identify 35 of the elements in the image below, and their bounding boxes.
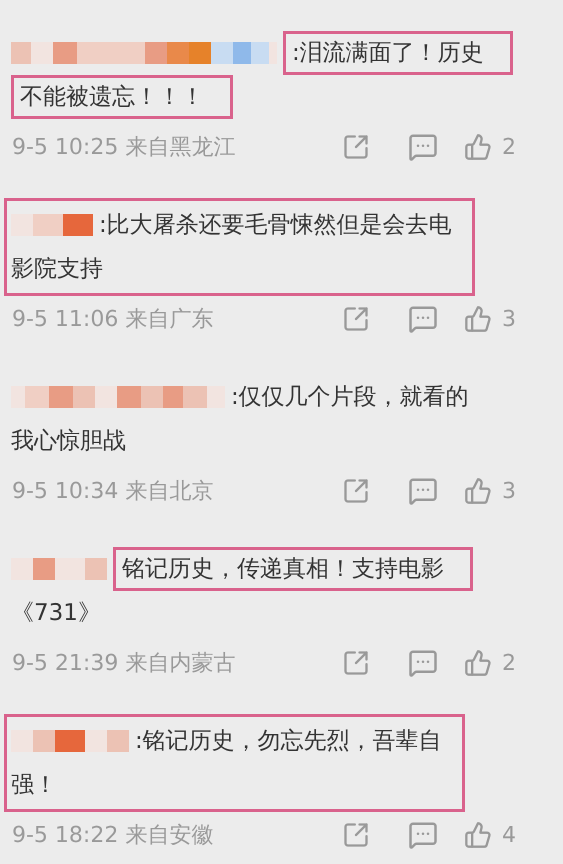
thumbs-up-icon[interactable] [464,477,492,505]
comment-icon[interactable] [408,304,438,334]
share-icon[interactable] [342,305,370,333]
comment-meta: 9-5 10:34 来自北京 [12,478,214,506]
like-count: 3 [502,306,516,332]
share-icon[interactable] [342,821,370,849]
share-icon[interactable] [342,477,370,505]
like-count: 2 [502,650,516,676]
comment-text: 《731》 [11,599,101,628]
comment-text: 影院支持 [11,255,103,284]
comment-icon[interactable] [408,476,438,506]
thumbs-up-icon[interactable] [464,821,492,849]
thumbs-up-icon[interactable] [464,305,492,333]
comment-text: 我心惊胆战 [11,427,126,456]
comment-icon[interactable] [408,820,438,850]
comment-meta: 9-5 21:39 来自内蒙古 [12,650,236,678]
thumbs-up-icon[interactable] [464,133,492,161]
comment-text: 铭记历史，传递真相！支持电影 [122,555,444,584]
comment-meta: 9-5 11:06 来自广东 [12,306,214,334]
comment-text: 不能被遗忘！！！ [20,83,204,112]
comment-text: :仅仅几个片段，就看的 [231,383,469,412]
comment-text: :比大屠杀还要毛骨悚然但是会去电 [99,211,452,240]
comment-text: :泪流满面了！历史 [292,39,484,68]
share-icon[interactable] [342,649,370,677]
comment-meta: 9-5 10:25 来自黑龙江 [12,134,236,162]
thumbs-up-icon[interactable] [464,649,492,677]
comment-icon[interactable] [408,132,438,162]
comment-text: 强！ [11,771,57,800]
like-count: 3 [502,478,516,504]
like-count: 2 [502,134,516,160]
comment-meta: 9-5 18:22 来自安徽 [12,822,214,850]
comment-text: :铭记历史，勿忘先烈，吾辈自 [135,727,442,756]
like-count: 4 [502,822,516,848]
comment-icon[interactable] [408,648,438,678]
share-icon[interactable] [342,133,370,161]
